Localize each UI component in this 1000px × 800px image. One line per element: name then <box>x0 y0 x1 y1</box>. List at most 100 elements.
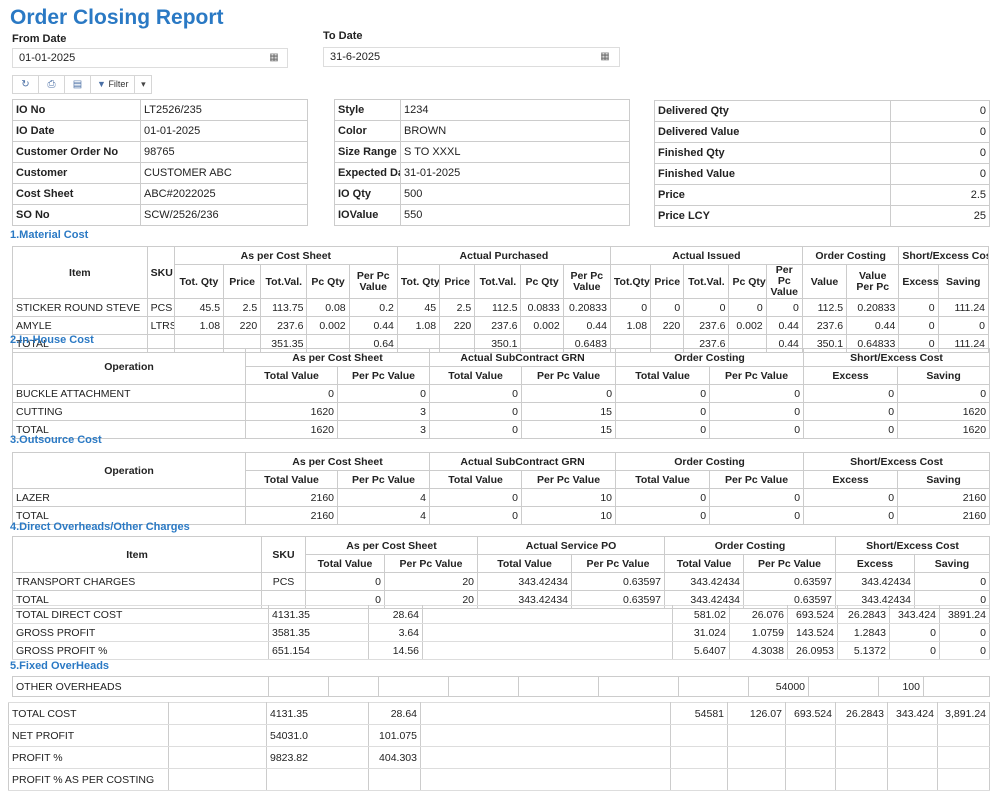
col-saving: Saving <box>914 554 991 573</box>
summary-value: 343.424 <box>889 605 940 624</box>
summary-value: 693.524 <box>787 605 838 624</box>
summary-label: TOTAL DIRECT COST <box>12 605 269 624</box>
table-cell: 0.20833 <box>846 298 900 317</box>
summary-row: GROSS PROFIT 3581.35 3.64 31.024 1.0759 143.5… <box>12 623 990 642</box>
print-icon[interactable]: ⎙ <box>39 76 65 93</box>
info-row: Customer Order No 98765 <box>12 141 308 163</box>
table-cell: 0 <box>683 298 730 317</box>
table-cell: 237.6 <box>683 316 730 335</box>
table-cell: PCS <box>261 572 306 591</box>
delivery-info-table: Delivered Qty 0 Delivered Value 0 Finished Q… <box>654 100 990 227</box>
summary-value: 28.64 <box>368 605 423 624</box>
info-value: 500 <box>400 183 630 205</box>
filter-button[interactable]: ▼ Filter <box>91 76 136 93</box>
table-cell: 0 <box>305 572 385 591</box>
col-excess: Excess <box>898 264 939 299</box>
summary-value <box>887 724 938 747</box>
col-tot-val: Tot.Val. <box>260 264 308 299</box>
table-cell: 220 <box>650 316 685 335</box>
summary-value: 26.076 <box>729 605 788 624</box>
table-cell: 45.5 <box>173 298 225 317</box>
summary-value: 143.524 <box>787 623 838 642</box>
material-cost-heading: 1.Material Cost <box>10 229 89 241</box>
summary-value <box>887 768 938 791</box>
col-total-value: Total Value <box>305 554 385 573</box>
from-date-input[interactable]: 01-01-2025 <box>12 48 288 68</box>
table-cell: 4 <box>336 488 431 507</box>
table-row: TOTAL 1620 3 0 15 0 0 0 1620 <box>12 420 991 439</box>
summary-row: TOTAL DIRECT COST 4131.35 28.64 581.02 26.07… <box>12 605 990 624</box>
summary-value: 651.154 <box>268 641 369 660</box>
col-per-pc-value: Per Pc Value <box>521 366 617 385</box>
table-row: BUCKLE ATTACHMENT 0 0 0 0 0 0 0 0 <box>12 384 991 403</box>
col-total-value: Total Value <box>477 554 573 573</box>
table-cell: 0 <box>615 402 711 421</box>
summary-value <box>727 724 786 747</box>
info-value: LT2526/235 <box>140 99 308 121</box>
info-row: IOValue 550 <box>334 204 630 226</box>
info-label: Price LCY <box>654 205 891 227</box>
info-row: Finished Qty 0 <box>654 142 990 164</box>
summary-value: 1.0759 <box>729 623 788 642</box>
chevron-down-icon[interactable]: ▾ <box>135 76 151 93</box>
table-cell: 45 <box>396 298 441 317</box>
table-cell: 0 <box>615 420 711 439</box>
group-short-excess: Short/Excess Cost <box>898 246 989 265</box>
table-cell: 0 <box>728 298 767 317</box>
total-cost-summary: TOTAL COST 4131.35 28.64 54581 126.07 693.524… <box>8 702 990 791</box>
table-cell: 2160 <box>245 506 338 525</box>
summary-label: PROFIT % AS PER COSTING <box>8 768 169 791</box>
summary-value <box>785 724 836 747</box>
col-value: Value <box>801 264 848 299</box>
table-cell: 0 <box>615 506 711 525</box>
col-pc-qty: Pc Qty <box>306 264 350 299</box>
style-info-table: Style 1234 Color BROWN Size Range S TO XXXL Ex… <box>334 99 630 226</box>
table-row: AMYLE LTRS 1.08 220 237.6 0.002 0.44 1.08 220 237… <box>12 316 990 335</box>
group-order-costing: Order Costing <box>801 246 900 265</box>
info-label: Size Range <box>334 141 401 163</box>
col-total-value: Total Value <box>664 554 745 573</box>
table-cell: 1620 <box>245 402 338 421</box>
col-price: Price <box>223 264 262 299</box>
table-cell: 0 <box>521 384 617 403</box>
info-label: IO No <box>12 99 141 121</box>
col-per-pc-value: Per Pc Value <box>709 470 805 489</box>
col-total-value: Total Value <box>429 366 523 385</box>
info-value: 31-01-2025 <box>400 162 630 184</box>
info-row: IO No LT2526/235 <box>12 99 308 121</box>
summary-label: GROSS PROFIT <box>12 623 269 642</box>
table-cell: TRANSPORT CHARGES <box>12 572 262 591</box>
info-value: 1234 <box>400 99 630 121</box>
table-cell: 237.6 <box>474 316 522 335</box>
table-cell: 220 <box>439 316 476 335</box>
table-cell: 343.42434 <box>664 572 745 591</box>
summary-value <box>835 746 888 769</box>
col-per-pc-value: Per Pc Value <box>571 554 666 573</box>
refresh-icon[interactable]: ↻ <box>13 76 39 93</box>
info-row: SO No SCW/2526/236 <box>12 204 308 226</box>
toolbar: ↻ ⎙ ▤ ▼ Filter ▾ <box>12 75 153 94</box>
info-label: Price <box>654 184 891 206</box>
to-date-input[interactable]: 31-6-2025 <box>323 47 620 67</box>
group-short-excess: Short/Excess Cost <box>803 452 991 471</box>
group-order-costing: Order Costing <box>615 452 805 471</box>
col-total-value: Total Value <box>245 470 338 489</box>
page-title: Order Closing Report <box>10 6 224 29</box>
table-cell: 0.2 <box>348 298 398 317</box>
col-per-pc-value: Per Pc Value <box>765 264 803 299</box>
summary-value <box>887 746 938 769</box>
summary-value <box>727 746 786 769</box>
table-cell: 0 <box>897 384 991 403</box>
info-row: Customer CUSTOMER ABC <box>12 162 308 184</box>
calendar-icon[interactable]: ▦ <box>593 47 617 67</box>
table-cell: 0 <box>615 488 711 507</box>
table-cell: 0 <box>937 316 990 335</box>
col-total-value: Total Value <box>615 366 711 385</box>
export-icon[interactable]: ▤ <box>65 76 91 93</box>
calendar-icon[interactable]: ▦ <box>262 48 286 68</box>
col-operation: Operation <box>12 348 246 385</box>
table-cell: 0 <box>709 506 805 525</box>
inhouse-cost-table: Operation As per Cost Sheet Actual SubCont… <box>12 348 991 439</box>
direct-cost-summary: TOTAL DIRECT COST 4131.35 28.64 581.02 26.07… <box>12 605 990 660</box>
inhouse-cost-heading: 2.In-House Cost <box>10 334 94 346</box>
